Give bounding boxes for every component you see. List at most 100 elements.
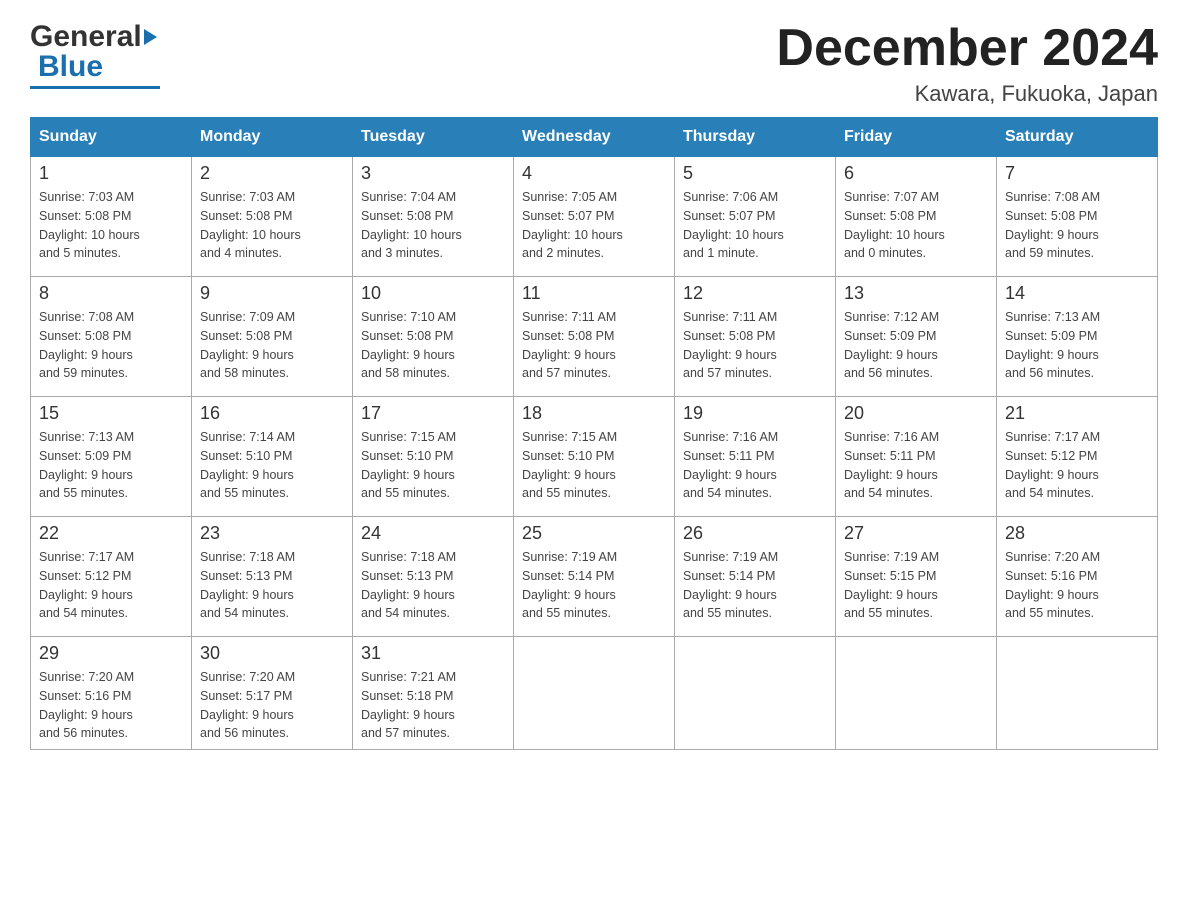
day-info: Sunrise: 7:08 AMSunset: 5:08 PMDaylight:…	[39, 308, 183, 383]
calendar-cell: 16 Sunrise: 7:14 AMSunset: 5:10 PMDayligh…	[192, 397, 353, 517]
col-sunday: Sunday	[31, 118, 192, 157]
page-header: General Blue December 2024 Kawara, Fukuo…	[30, 20, 1158, 107]
day-info: Sunrise: 7:19 AMSunset: 5:14 PMDaylight:…	[683, 548, 827, 623]
day-number: 17	[361, 403, 505, 424]
calendar-cell: 3Sunrise: 7:04 AMSunset: 5:08 PMDaylight…	[353, 157, 514, 277]
day-info: Sunrise: 7:04 AMSunset: 5:08 PMDaylight:…	[361, 188, 505, 263]
calendar-cell: 8 Sunrise: 7:08 AMSunset: 5:08 PMDaylight…	[31, 277, 192, 397]
day-number: 1	[39, 163, 183, 184]
calendar-subtitle: Kawara, Fukuoka, Japan	[776, 81, 1158, 107]
col-friday: Friday	[836, 118, 997, 157]
day-info: Sunrise: 7:07 AMSunset: 5:08 PMDaylight:…	[844, 188, 988, 263]
day-number: 31	[361, 643, 505, 664]
calendar-cell: 24Sunrise: 7:18 AMSunset: 5:13 PMDayligh…	[353, 517, 514, 637]
day-number: 16	[200, 403, 344, 424]
col-wednesday: Wednesday	[514, 118, 675, 157]
day-number: 8	[39, 283, 183, 304]
day-number: 19	[683, 403, 827, 424]
calendar-header-row: Sunday Monday Tuesday Wednesday Thursday…	[31, 118, 1158, 157]
logo-underline	[30, 86, 160, 89]
day-info: Sunrise: 7:14 AMSunset: 5:10 PMDaylight:…	[200, 428, 344, 503]
logo-blue-text: Blue	[38, 50, 103, 84]
calendar-cell	[514, 637, 675, 750]
day-info: Sunrise: 7:16 AMSunset: 5:11 PMDaylight:…	[844, 428, 988, 503]
day-info: Sunrise: 7:12 AMSunset: 5:09 PMDaylight:…	[844, 308, 988, 383]
day-number: 10	[361, 283, 505, 304]
calendar-cell: 10 Sunrise: 7:10 AMSunset: 5:08 PMDayligh…	[353, 277, 514, 397]
day-info: Sunrise: 7:15 AMSunset: 5:10 PMDaylight:…	[361, 428, 505, 503]
calendar-cell: 14 Sunrise: 7:13 AMSunset: 5:09 PMDayligh…	[997, 277, 1158, 397]
calendar-cell: 19Sunrise: 7:16 AMSunset: 5:11 PMDayligh…	[675, 397, 836, 517]
day-number: 7	[1005, 163, 1149, 184]
calendar-cell: 1 Sunrise: 7:03 AMSunset: 5:08 PMDaylight…	[31, 157, 192, 277]
calendar-week-row: 1 Sunrise: 7:03 AMSunset: 5:08 PMDaylight…	[31, 157, 1158, 277]
day-info: Sunrise: 7:09 AMSunset: 5:08 PMDaylight:…	[200, 308, 344, 383]
calendar-cell	[997, 637, 1158, 750]
day-number: 29	[39, 643, 183, 664]
col-monday: Monday	[192, 118, 353, 157]
day-info: Sunrise: 7:18 AMSunset: 5:13 PMDaylight:…	[200, 548, 344, 623]
day-number: 9	[200, 283, 344, 304]
logo: General Blue	[30, 20, 160, 89]
day-info: Sunrise: 7:15 AMSunset: 5:10 PMDaylight:…	[522, 428, 666, 503]
calendar-table: Sunday Monday Tuesday Wednesday Thursday…	[30, 117, 1158, 750]
day-number: 11	[522, 283, 666, 304]
calendar-week-row: 15 Sunrise: 7:13 AMSunset: 5:09 PMDayligh…	[31, 397, 1158, 517]
day-number: 22	[39, 523, 183, 544]
day-info: Sunrise: 7:17 AMSunset: 5:12 PMDaylight:…	[1005, 428, 1149, 503]
day-number: 30	[200, 643, 344, 664]
day-info: Sunrise: 7:08 AMSunset: 5:08 PMDaylight:…	[1005, 188, 1149, 263]
logo-general-text: General	[30, 20, 142, 54]
day-info: Sunrise: 7:10 AMSunset: 5:08 PMDaylight:…	[361, 308, 505, 383]
day-number: 28	[1005, 523, 1149, 544]
title-section: December 2024 Kawara, Fukuoka, Japan	[776, 20, 1158, 107]
calendar-cell: 4Sunrise: 7:05 AMSunset: 5:07 PMDaylight…	[514, 157, 675, 277]
day-number: 26	[683, 523, 827, 544]
day-info: Sunrise: 7:17 AMSunset: 5:12 PMDaylight:…	[39, 548, 183, 623]
calendar-cell: 25Sunrise: 7:19 AMSunset: 5:14 PMDayligh…	[514, 517, 675, 637]
calendar-cell: 18Sunrise: 7:15 AMSunset: 5:10 PMDayligh…	[514, 397, 675, 517]
calendar-cell: 29Sunrise: 7:20 AMSunset: 5:16 PMDayligh…	[31, 637, 192, 750]
day-number: 6	[844, 163, 988, 184]
calendar-cell: 11Sunrise: 7:11 AMSunset: 5:08 PMDayligh…	[514, 277, 675, 397]
calendar-cell: 9 Sunrise: 7:09 AMSunset: 5:08 PMDaylight…	[192, 277, 353, 397]
calendar-cell: 21Sunrise: 7:17 AMSunset: 5:12 PMDayligh…	[997, 397, 1158, 517]
calendar-cell: 5 Sunrise: 7:06 AMSunset: 5:07 PMDaylight…	[675, 157, 836, 277]
calendar-cell: 31 Sunrise: 7:21 AMSunset: 5:18 PMDayligh…	[353, 637, 514, 750]
calendar-title: December 2024	[776, 20, 1158, 77]
calendar-cell: 30 Sunrise: 7:20 AMSunset: 5:17 PMDayligh…	[192, 637, 353, 750]
day-info: Sunrise: 7:03 AMSunset: 5:08 PMDaylight:…	[200, 188, 344, 263]
day-number: 20	[844, 403, 988, 424]
day-number: 25	[522, 523, 666, 544]
day-number: 13	[844, 283, 988, 304]
day-info: Sunrise: 7:20 AMSunset: 5:17 PMDaylight:…	[200, 668, 344, 743]
calendar-body: 1 Sunrise: 7:03 AMSunset: 5:08 PMDaylight…	[31, 157, 1158, 750]
calendar-cell: 20 Sunrise: 7:16 AMSunset: 5:11 PMDayligh…	[836, 397, 997, 517]
day-info: Sunrise: 7:13 AMSunset: 5:09 PMDaylight:…	[1005, 308, 1149, 383]
col-tuesday: Tuesday	[353, 118, 514, 157]
calendar-cell: 23 Sunrise: 7:18 AMSunset: 5:13 PMDayligh…	[192, 517, 353, 637]
day-number: 23	[200, 523, 344, 544]
calendar-cell: 28Sunrise: 7:20 AMSunset: 5:16 PMDayligh…	[997, 517, 1158, 637]
day-info: Sunrise: 7:03 AMSunset: 5:08 PMDaylight:…	[39, 188, 183, 263]
day-info: Sunrise: 7:21 AMSunset: 5:18 PMDaylight:…	[361, 668, 505, 743]
calendar-week-row: 22 Sunrise: 7:17 AMSunset: 5:12 PMDayligh…	[31, 517, 1158, 637]
day-info: Sunrise: 7:05 AMSunset: 5:07 PMDaylight:…	[522, 188, 666, 263]
calendar-week-row: 29Sunrise: 7:20 AMSunset: 5:16 PMDayligh…	[31, 637, 1158, 750]
day-number: 5	[683, 163, 827, 184]
day-info: Sunrise: 7:11 AMSunset: 5:08 PMDaylight:…	[683, 308, 827, 383]
day-number: 15	[39, 403, 183, 424]
calendar-cell	[836, 637, 997, 750]
day-info: Sunrise: 7:06 AMSunset: 5:07 PMDaylight:…	[683, 188, 827, 263]
calendar-cell	[675, 637, 836, 750]
day-number: 2	[200, 163, 344, 184]
day-number: 24	[361, 523, 505, 544]
day-info: Sunrise: 7:13 AMSunset: 5:09 PMDaylight:…	[39, 428, 183, 503]
day-number: 14	[1005, 283, 1149, 304]
col-thursday: Thursday	[675, 118, 836, 157]
calendar-cell: 7 Sunrise: 7:08 AMSunset: 5:08 PMDaylight…	[997, 157, 1158, 277]
calendar-cell: 17 Sunrise: 7:15 AMSunset: 5:10 PMDayligh…	[353, 397, 514, 517]
calendar-cell: 12 Sunrise: 7:11 AMSunset: 5:08 PMDayligh…	[675, 277, 836, 397]
day-number: 12	[683, 283, 827, 304]
calendar-cell: 13 Sunrise: 7:12 AMSunset: 5:09 PMDayligh…	[836, 277, 997, 397]
